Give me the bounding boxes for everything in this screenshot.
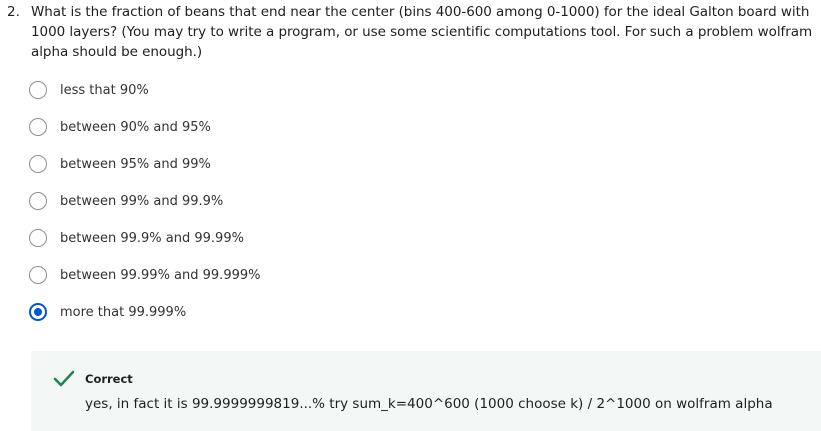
option-label: between 99% and 99.9%: [60, 193, 224, 209]
option-90-95[interactable]: between 90% and 95%: [29, 116, 529, 138]
option-label: between 95% and 99%: [60, 156, 211, 172]
option-more-than-99-999[interactable]: more that 99.999%: [29, 301, 529, 323]
option-99-99-99-999[interactable]: between 99.99% and 99.999%: [29, 264, 529, 286]
radio-button[interactable]: [29, 81, 47, 99]
option-99-99-9[interactable]: between 99% and 99.9%: [29, 190, 529, 212]
feedback-text: yes, in fact it is 99.9999999819...% try…: [85, 396, 773, 412]
option-95-99[interactable]: between 95% and 99%: [29, 153, 529, 175]
option-99-9-99-99[interactable]: between 99.9% and 99.99%: [29, 227, 529, 249]
option-less-than-90[interactable]: less that 90%: [29, 79, 529, 101]
radio-button[interactable]: [29, 118, 47, 136]
option-label: between 99.9% and 99.99%: [60, 230, 244, 246]
question: 2. What is the fraction of beans that en…: [7, 2, 817, 62]
radio-button[interactable]: [29, 229, 47, 247]
option-label: less that 90%: [60, 82, 149, 98]
answer-options: less that 90% between 90% and 95% betwee…: [29, 79, 529, 338]
radio-button-selected[interactable]: [29, 303, 47, 321]
feedback-panel: Correct yes, in fact it is 99.9999999819…: [31, 351, 821, 431]
feedback-status: Correct: [85, 372, 133, 386]
radio-button[interactable]: [29, 155, 47, 173]
radio-button[interactable]: [29, 266, 47, 284]
option-label: between 99.99% and 99.999%: [60, 267, 261, 283]
question-text: What is the fraction of beans that end n…: [31, 4, 813, 60]
option-label: more that 99.999%: [60, 304, 187, 320]
quiz-question-page: 2. What is the fraction of beans that en…: [0, 0, 821, 431]
checkmark-icon: [53, 370, 75, 387]
option-label: between 90% and 95%: [60, 119, 211, 135]
question-number: 2.: [7, 4, 20, 20]
radio-button[interactable]: [29, 192, 47, 210]
